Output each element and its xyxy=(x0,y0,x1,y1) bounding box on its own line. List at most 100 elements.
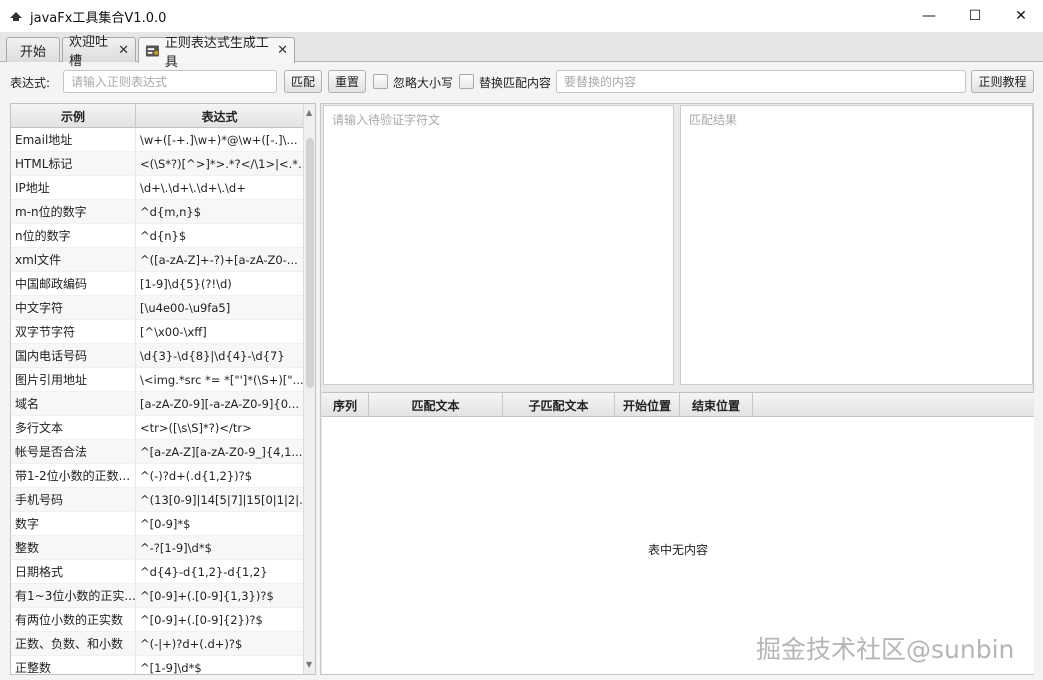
example-name-cell[interactable]: 帐号是否合法 xyxy=(11,440,136,463)
tab-start[interactable]: 开始 xyxy=(6,37,60,62)
table-row[interactable]: 中文字符 [\u4e00-\u9fa5] xyxy=(11,296,304,320)
example-name-cell[interactable]: 数字 xyxy=(11,512,136,535)
regex-tutorial-button[interactable]: 正则教程 xyxy=(971,70,1034,93)
table-row[interactable]: 正数、负数、和小数 ^(-|+)?d+(.d+)?$ xyxy=(11,632,304,656)
table-row[interactable]: 带1-2位小数的正数... ^(-)?d+(.d{1,2})?$ xyxy=(11,464,304,488)
examples-scrollbar[interactable]: ▲ ▼ xyxy=(303,104,315,674)
tab-feedback[interactable]: 欢迎吐槽 ✕ xyxy=(62,35,136,69)
table-row[interactable]: 双字节字符 [^\x00-\xff] xyxy=(11,320,304,344)
table-row[interactable]: 国内电话号码 \d{3}-\d{8}|\d{4}-\d{7} xyxy=(11,344,304,368)
table-row[interactable]: 中国邮政编码 [1-9]\d{5}(?!\d) xyxy=(11,272,304,296)
table-row[interactable]: 日期格式 ^d{4}-d{1,2}-d{1,2} xyxy=(11,560,304,584)
example-name-cell[interactable]: 日期格式 xyxy=(11,560,136,583)
close-window-button[interactable]: ✕ xyxy=(998,0,1043,32)
table-row[interactable]: 多行文本 <tr>([\s\S]*?)</tr> xyxy=(11,416,304,440)
expression-cell[interactable]: ^d{m,n}$ xyxy=(136,200,304,223)
expression-cell[interactable]: [^\x00-\xff] xyxy=(136,320,304,343)
scroll-up-icon[interactable]: ▲ xyxy=(306,108,312,117)
expression-cell[interactable]: ^d{4}-d{1,2}-d{1,2} xyxy=(136,560,304,583)
expression-cell[interactable]: [\u4e00-\u9fa5] xyxy=(136,296,304,319)
expression-cell[interactable]: \<img.*src *= *["']*(\S+)["... xyxy=(136,368,304,391)
column-header-example[interactable]: 示例 xyxy=(11,104,136,128)
table-row[interactable]: 图片引用地址 \<img.*src *= *["']*(\S+)["... xyxy=(11,368,304,392)
column-header-match-text[interactable]: 匹配文本 xyxy=(369,393,503,417)
table-row[interactable]: n位的数字 ^d{n}$ xyxy=(11,224,304,248)
expression-cell[interactable]: \w+([-+.]\w+)*@\w+([-.]\... xyxy=(136,128,304,151)
table-row[interactable]: HTML标记 <(\S*?)[^>]*>.*?</\1>|<.*... xyxy=(11,152,304,176)
table-row[interactable]: 数字 ^[0-9]*$ xyxy=(11,512,304,536)
table-row[interactable]: 域名 [a-zA-Z0-9][-a-zA-Z0-9]{0... xyxy=(11,392,304,416)
tab-close-icon[interactable]: ✕ xyxy=(118,43,129,58)
example-name-cell[interactable]: HTML标记 xyxy=(11,152,136,175)
example-name-cell[interactable]: 双字节字符 xyxy=(11,320,136,343)
tab-close-icon[interactable]: ✕ xyxy=(277,43,288,58)
expression-cell[interactable]: <tr>([\s\S]*?)</tr> xyxy=(136,416,304,439)
examples-table-body: Email地址 \w+([-+.]\w+)*@\w+([-.]\... HTML标记… xyxy=(11,128,304,675)
example-name-cell[interactable]: 多行文本 xyxy=(11,416,136,439)
example-name-cell[interactable]: m-n位的数字 xyxy=(11,200,136,223)
expression-cell[interactable]: \d+\.\d+\.\d+\.\d+ xyxy=(136,176,304,199)
match-button[interactable]: 匹配 xyxy=(284,70,322,93)
example-name-cell[interactable]: 正整数 xyxy=(11,656,136,674)
expression-cell[interactable]: ^[0-9]+(.[0-9]{1,3})?$ xyxy=(136,584,304,607)
example-name-cell[interactable]: 带1-2位小数的正数... xyxy=(11,464,136,487)
expression-input[interactable] xyxy=(63,70,277,93)
expression-cell[interactable]: ^[0-9]*$ xyxy=(136,512,304,535)
table-row[interactable]: 有两位小数的正实数 ^[0-9]+(.[0-9]{2})?$ xyxy=(11,608,304,632)
maximize-button[interactable]: ☐ xyxy=(952,0,998,32)
example-name-cell[interactable]: 手机号码 xyxy=(11,488,136,511)
example-name-cell[interactable]: 国内电话号码 xyxy=(11,344,136,367)
table-row[interactable]: 手机号码 ^(13[0-9]|14[5|7]|15[0|1|2|... xyxy=(11,488,304,512)
column-header-end-position[interactable]: 结束位置 xyxy=(680,393,753,417)
expression-cell[interactable]: ^[a-zA-Z][a-zA-Z0-9_]{4,1... xyxy=(136,440,304,463)
table-row[interactable]: Email地址 \w+([-+.]\w+)*@\w+([-.]\... xyxy=(11,128,304,152)
example-name-cell[interactable]: 整数 xyxy=(11,536,136,559)
expression-cell[interactable]: ^(-)?d+(.d{1,2})?$ xyxy=(136,464,304,487)
expression-cell[interactable]: ^d{n}$ xyxy=(136,224,304,247)
table-row[interactable]: 有1~3位小数的正实... ^[0-9]+(.[0-9]{1,3})?$ xyxy=(11,584,304,608)
expression-cell[interactable]: ^[0-9]+(.[0-9]{2})?$ xyxy=(136,608,304,631)
expression-cell[interactable]: <(\S*?)[^>]*>.*?</\1>|<.*... xyxy=(136,152,304,175)
table-row[interactable]: 帐号是否合法 ^[a-zA-Z][a-zA-Z0-9_]{4,1... xyxy=(11,440,304,464)
replace-checkbox[interactable] xyxy=(459,74,474,89)
column-header-submatch-text[interactable]: 子匹配文本 xyxy=(503,393,615,417)
example-name-cell[interactable]: xml文件 xyxy=(11,248,136,271)
example-name-cell[interactable]: Email地址 xyxy=(11,128,136,151)
table-row[interactable]: 整数 ^-?[1-9]\d*$ xyxy=(11,536,304,560)
expression-cell[interactable]: ^(13[0-9]|14[5|7]|15[0|1|2|... xyxy=(136,488,304,511)
scroll-down-icon[interactable]: ▼ xyxy=(306,660,312,669)
result-text-area[interactable]: 匹配结果 xyxy=(680,105,1033,385)
column-header-start-position[interactable]: 开始位置 xyxy=(615,393,680,417)
expression-cell[interactable]: [a-zA-Z0-9][-a-zA-Z0-9]{0... xyxy=(136,392,304,415)
expression-cell[interactable]: ^[1-9]\d*$ xyxy=(136,656,304,675)
example-name-cell[interactable]: 中文字符 xyxy=(11,296,136,319)
column-header-index[interactable]: 序列 xyxy=(322,393,369,417)
expression-label: 表达式: xyxy=(10,76,51,90)
example-name-cell[interactable]: 域名 xyxy=(11,392,136,415)
table-row[interactable]: m-n位的数字 ^d{m,n}$ xyxy=(11,200,304,224)
example-name-cell[interactable]: IP地址 xyxy=(11,176,136,199)
scrollbar-thumb[interactable] xyxy=(306,138,314,388)
reset-button[interactable]: 重置 xyxy=(328,70,366,93)
example-name-cell[interactable]: n位的数字 xyxy=(11,224,136,247)
replace-input[interactable] xyxy=(556,70,966,93)
source-text-area[interactable]: 请输入待验证字符文 xyxy=(323,105,674,385)
ignore-case-checkbox[interactable] xyxy=(373,74,388,89)
expression-cell[interactable]: ^([a-zA-Z]+-?)+[a-zA-Z0-... xyxy=(136,248,304,271)
minimize-button[interactable]: — xyxy=(906,0,952,32)
expression-cell[interactable]: ^(-|+)?d+(.d+)?$ xyxy=(136,632,304,655)
example-name-cell[interactable]: 中国邮政编码 xyxy=(11,272,136,295)
expression-cell[interactable]: [1-9]\d{5}(?!\d) xyxy=(136,272,304,295)
expression-cell[interactable]: \d{3}-\d{8}|\d{4}-\d{7} xyxy=(136,344,304,367)
example-name-cell[interactable]: 有两位小数的正实数 xyxy=(11,608,136,631)
column-header-expression[interactable]: 表达式 xyxy=(136,104,304,128)
example-name-cell[interactable]: 有1~3位小数的正实... xyxy=(11,584,136,607)
example-name-cell[interactable]: 正数、负数、和小数 xyxy=(11,632,136,655)
tab-regex-tool[interactable]: 正则表达式生成工具 ✕ xyxy=(138,36,295,70)
example-name-cell[interactable]: 图片引用地址 xyxy=(11,368,136,391)
minimize-icon: — xyxy=(922,8,936,24)
expression-cell[interactable]: ^-?[1-9]\d*$ xyxy=(136,536,304,559)
table-row[interactable]: xml文件 ^([a-zA-Z]+-?)+[a-zA-Z0-... xyxy=(11,248,304,272)
table-row[interactable]: IP地址 \d+\.\d+\.\d+\.\d+ xyxy=(11,176,304,200)
table-row[interactable]: 正整数 ^[1-9]\d*$ xyxy=(11,656,304,675)
